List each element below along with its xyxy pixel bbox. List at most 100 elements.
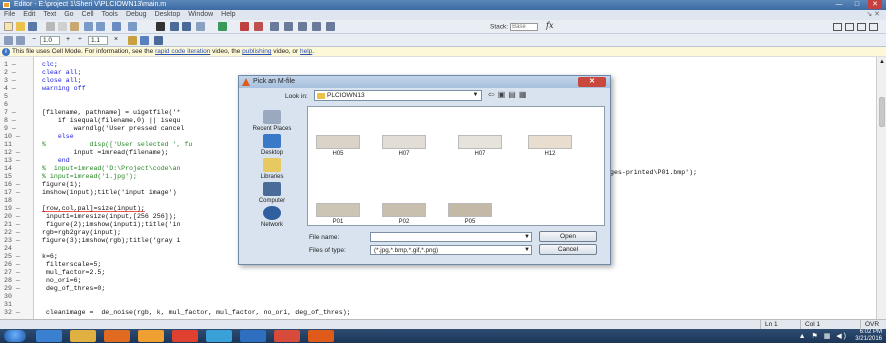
file-thumbnail-p02[interactable] (382, 203, 426, 217)
menu-help[interactable]: Help (221, 10, 235, 20)
decrement-button[interactable]: − (32, 36, 36, 43)
exit-debug-icon[interactable] (326, 22, 335, 31)
split-vertical-icon[interactable] (845, 23, 854, 31)
menu-tools[interactable]: Tools (102, 10, 118, 20)
file-name-p05[interactable]: P05 (448, 219, 492, 225)
file-name-h07a[interactable]: H07 (382, 151, 426, 157)
editor-vertical-scrollbar[interactable]: ▲ (876, 57, 886, 319)
system-clock[interactable]: 6:02 PM 3/21/2016 (855, 329, 882, 343)
binoculars-icon[interactable] (156, 22, 165, 31)
windows-start-icon[interactable] (4, 330, 26, 342)
function-browser-icon[interactable] (196, 22, 205, 31)
print-icon[interactable] (112, 22, 121, 31)
firefox-icon[interactable] (138, 330, 164, 342)
file-name-p02[interactable]: P02 (382, 219, 426, 225)
forward-arrow-icon[interactable] (182, 22, 191, 31)
back-arrow-icon[interactable] (170, 22, 179, 31)
clear-breakpoints-icon[interactable] (254, 22, 263, 31)
menu-cell[interactable]: Cell (82, 10, 94, 20)
close-button[interactable]: ✕ (868, 0, 882, 9)
menu-go[interactable]: Go (64, 10, 73, 20)
file-thumbnail-h05[interactable] (316, 135, 360, 149)
chevron-down-icon[interactable]: ▼ (471, 91, 480, 100)
step-icon[interactable] (270, 22, 279, 31)
cell-tool-2-icon[interactable] (140, 36, 149, 45)
scroll-thumb[interactable] (879, 97, 885, 127)
stack-value[interactable]: Base (510, 23, 539, 31)
undock-icon[interactable] (869, 23, 878, 31)
undock-controls[interactable]: ↘ ✕ (866, 10, 880, 20)
rapid-code-iteration-link[interactable]: rapid code iteration (155, 48, 210, 55)
cell-value-2[interactable]: 1.1 (88, 36, 108, 45)
paste-icon[interactable] (70, 22, 79, 31)
eval-advance-icon[interactable] (16, 36, 25, 45)
dialog-close-button[interactable]: ✕ (578, 77, 606, 87)
tile-layout-icon[interactable] (833, 23, 842, 31)
file-list[interactable]: H05 H07 H07 H12 P01 P02 P05 (307, 106, 605, 226)
open-folder-icon[interactable] (16, 22, 25, 31)
look-in-dropdown[interactable]: PLCIOWN13 ▼ (314, 90, 482, 101)
find-icon[interactable] (128, 22, 137, 31)
file-explorer-icon[interactable] (70, 330, 96, 342)
file-thumbnail-h12[interactable] (528, 135, 572, 149)
powerpoint-icon[interactable] (274, 330, 300, 342)
multiply-button[interactable]: × (114, 36, 118, 43)
function-icon[interactable]: fx (546, 21, 553, 30)
file-name-h12[interactable]: H12 (528, 151, 572, 157)
new-folder-icon[interactable]: ▤ (508, 90, 519, 99)
chrome-icon[interactable] (172, 330, 198, 342)
place-recent-places[interactable]: Recent Places (243, 110, 301, 132)
place-network[interactable]: Network (243, 206, 301, 228)
file-thumbnail-h07b[interactable] (458, 135, 502, 149)
files-of-type-select[interactable]: (*.jpg,*.bmp,*.gif,*.png) ▼ (370, 245, 532, 255)
internet-explorer-icon[interactable] (36, 330, 62, 342)
cut-icon[interactable] (46, 22, 55, 31)
step-in-icon[interactable] (284, 22, 293, 31)
place-desktop[interactable]: Desktop (243, 134, 301, 156)
redo-icon[interactable] (96, 22, 105, 31)
step-out-icon[interactable] (298, 22, 307, 31)
undo-icon[interactable] (84, 22, 93, 31)
scroll-up-icon[interactable]: ▲ (879, 59, 885, 65)
eval-cell-icon[interactable] (4, 36, 13, 45)
increment-button[interactable]: + (66, 36, 70, 43)
chevron-down-icon[interactable]: ▼ (524, 246, 530, 255)
chevron-down-icon[interactable]: ▼ (524, 233, 530, 242)
new-file-icon[interactable] (4, 22, 13, 31)
skype-icon[interactable] (206, 330, 232, 342)
menu-desktop[interactable]: Desktop (155, 10, 181, 20)
file-name-p01[interactable]: P01 (316, 219, 360, 225)
cell-tool-icon[interactable] (128, 36, 137, 45)
run-icon[interactable] (218, 22, 227, 31)
continue-icon[interactable] (312, 22, 321, 31)
file-thumbnail-p05[interactable] (448, 203, 492, 217)
stack-selector[interactable]: Stack: Base (490, 23, 539, 31)
copy-icon[interactable] (58, 22, 67, 31)
divide-button[interactable]: ÷ (78, 36, 82, 43)
place-libraries[interactable]: Libraries (243, 158, 301, 180)
place-computer[interactable]: Computer (243, 182, 301, 204)
cell-value-1[interactable]: 1.0 (40, 36, 60, 45)
menu-window[interactable]: Window (188, 10, 213, 20)
minimize-button[interactable]: — (832, 0, 846, 9)
back-icon[interactable]: ⇦ (488, 90, 498, 99)
system-tray-icons[interactable]: ▲ ⚑ ▦ ◀) (799, 332, 848, 340)
help-link[interactable]: help (300, 48, 312, 55)
open-button[interactable]: Open (539, 231, 597, 242)
split-horizontal-icon[interactable] (857, 23, 866, 31)
media-player-icon[interactable] (104, 330, 130, 342)
menu-debug[interactable]: Debug (126, 10, 147, 20)
view-menu-icon[interactable]: ▦ (519, 90, 530, 99)
menu-file[interactable]: File (4, 10, 15, 20)
maximize-button[interactable]: □ (850, 0, 864, 9)
menu-text[interactable]: Text (43, 10, 56, 20)
publishing-link[interactable]: publishing (242, 48, 271, 55)
zoom-icon[interactable] (154, 36, 163, 45)
file-thumbnail-h07a[interactable] (382, 135, 426, 149)
up-folder-icon[interactable]: ▣ (498, 90, 509, 99)
save-icon[interactable] (28, 22, 37, 31)
set-breakpoint-icon[interactable] (240, 22, 249, 31)
matlab-taskbar-icon[interactable] (308, 330, 334, 342)
word-icon[interactable] (240, 330, 266, 342)
file-thumbnail-p01[interactable] (316, 203, 360, 217)
